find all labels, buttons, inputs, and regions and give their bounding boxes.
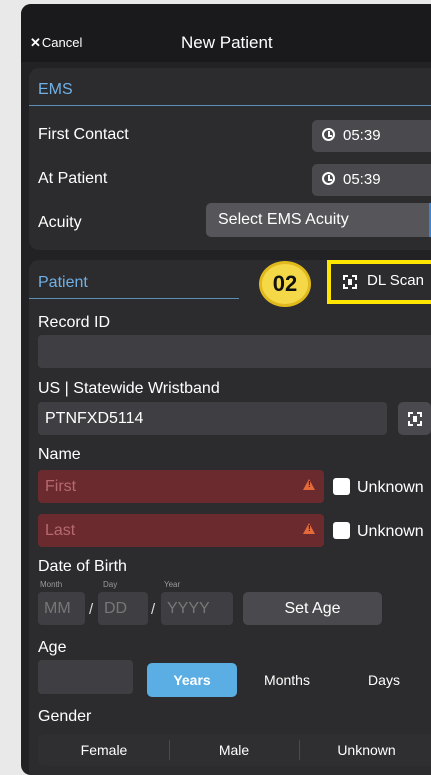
app-window: ✕Cancel New Patient EMS First Contact 05…	[21, 4, 431, 775]
warning-icon	[303, 523, 315, 534]
age-field[interactable]	[38, 660, 133, 694]
age-unit-months[interactable]: Months	[242, 663, 332, 697]
dob-day-caption: Day	[103, 580, 118, 589]
close-icon: ✕	[30, 35, 41, 50]
dob-year-field[interactable]: YYYY	[161, 592, 233, 625]
dl-scan-label: DL Scan	[367, 272, 424, 289]
patient-divider	[29, 298, 239, 299]
scan-icon	[408, 412, 422, 426]
warning-icon	[303, 479, 315, 490]
acuity-label: Acuity	[38, 214, 82, 231]
last-unknown-checkbox[interactable]	[333, 522, 350, 539]
age-unit-days[interactable]: Days	[339, 663, 429, 697]
step-badge: 02	[259, 261, 311, 307]
last-unknown-label: Unknown	[357, 523, 424, 540]
dob-label: Date of Birth	[38, 558, 127, 575]
dob-day-field[interactable]: DD	[98, 592, 148, 625]
cancel-button[interactable]: ✕Cancel	[30, 35, 82, 51]
at-patient-label: At Patient	[38, 170, 108, 187]
first-contact-label: First Contact	[38, 126, 129, 143]
age-label: Age	[38, 639, 67, 656]
dob-month-field[interactable]: MM	[38, 592, 85, 625]
record-id-label: Record ID	[38, 314, 111, 331]
segment-divider	[299, 740, 300, 760]
first-contact-time-button[interactable]: 05:39	[312, 120, 431, 152]
name-label: Name	[38, 446, 81, 463]
first-unknown-label: Unknown	[357, 479, 424, 496]
cancel-label: Cancel	[41, 35, 83, 50]
ems-divider	[29, 105, 431, 106]
segment-divider	[169, 740, 170, 760]
navigation-bar: ✕Cancel New Patient	[21, 4, 431, 62]
patient-heading: Patient	[38, 274, 88, 291]
first-unknown-checkbox[interactable]	[333, 478, 350, 495]
at-patient-time-button[interactable]: 05:39	[312, 164, 431, 196]
clock-icon	[322, 172, 335, 185]
gender-unknown[interactable]: Unknown	[309, 734, 424, 766]
page-title: New Patient	[181, 33, 273, 52]
gender-label: Gender	[38, 708, 92, 725]
dob-year-caption: Year	[164, 580, 181, 589]
scan-icon	[343, 275, 357, 289]
gender-male[interactable]: Male	[179, 734, 289, 766]
acuity-select[interactable]: Select EMS Acuity	[206, 203, 431, 237]
clock-icon	[322, 128, 335, 141]
gender-female[interactable]: Female	[49, 734, 159, 766]
first-name-field[interactable]: First	[38, 470, 324, 503]
wristband-scan-button[interactable]	[398, 402, 431, 435]
set-age-button[interactable]: Set Age	[243, 592, 382, 625]
acuity-value: Select EMS Acuity	[218, 211, 349, 228]
at-patient-time: 05:39	[343, 171, 381, 188]
dl-scan-button[interactable]: DL Scan	[327, 260, 431, 304]
age-unit-years[interactable]: Years	[147, 663, 237, 697]
first-contact-time: 05:39	[343, 127, 381, 144]
wristband-label: US | Statewide Wristband	[38, 380, 220, 397]
last-name-field[interactable]: Last	[38, 514, 324, 547]
dob-separator: /	[89, 601, 94, 618]
wristband-field[interactable]: PTNFXD5114	[38, 402, 387, 435]
dob-month-caption: Month	[40, 580, 63, 589]
ems-heading: EMS	[38, 81, 73, 98]
dob-separator: /	[151, 601, 156, 618]
record-id-field[interactable]	[38, 335, 431, 368]
